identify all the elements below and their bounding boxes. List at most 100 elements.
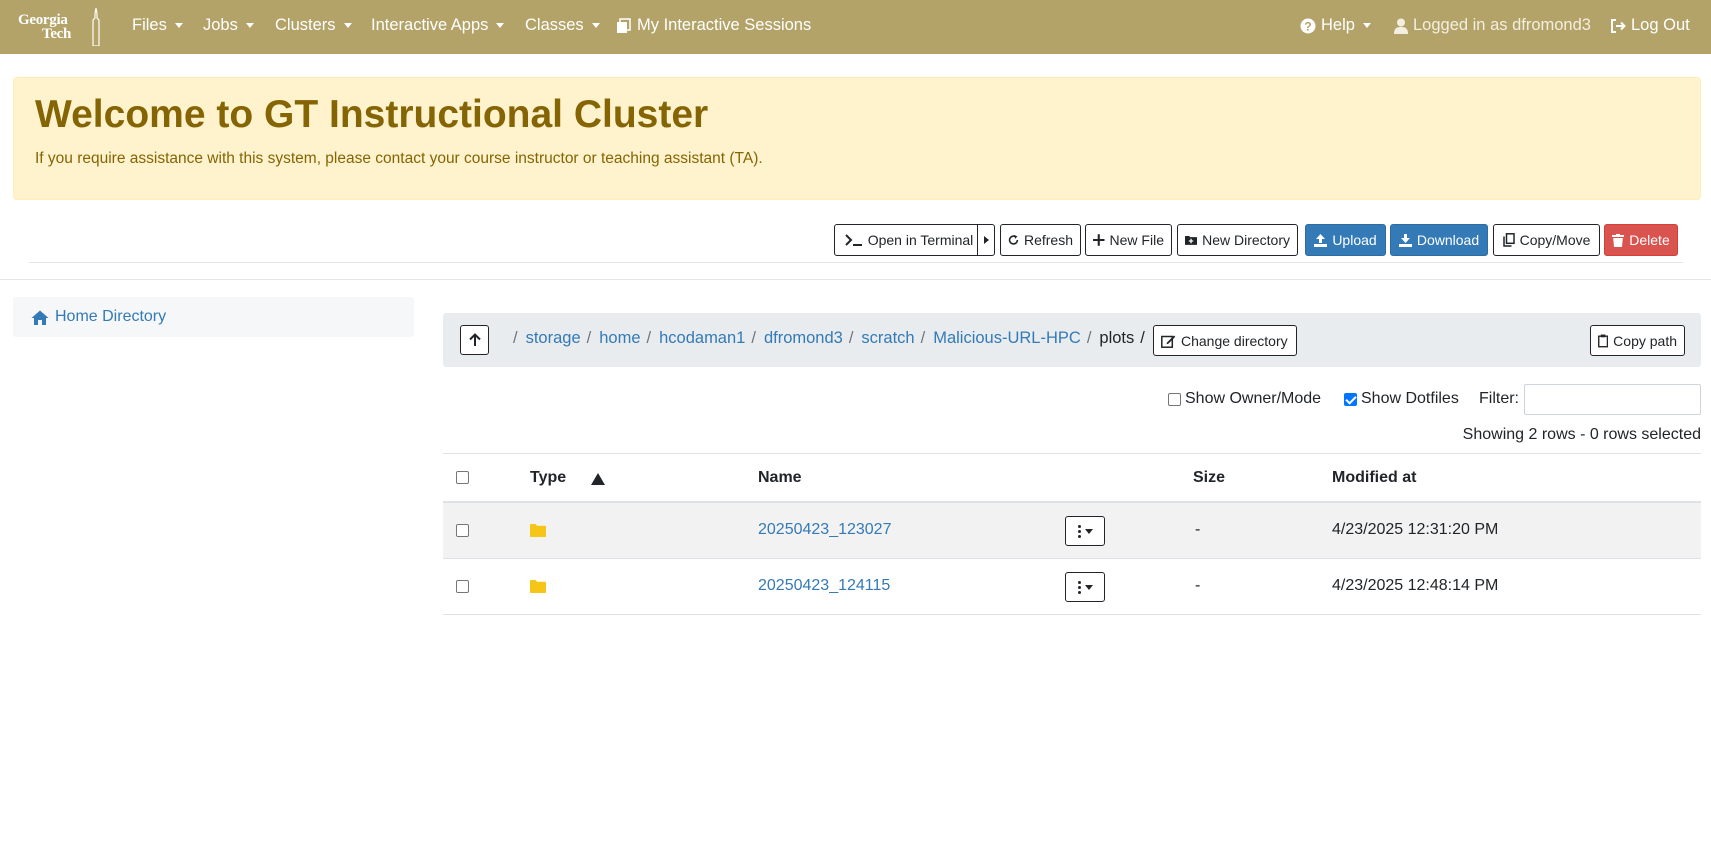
terminal-dropdown-toggle[interactable] bbox=[977, 224, 995, 256]
nav-help[interactable]: ? Help bbox=[1300, 16, 1371, 35]
logged-in-label: Logged in as dfromond3 bbox=[1413, 16, 1591, 34]
svg-text:?: ? bbox=[1304, 19, 1311, 33]
select-all-checkbox[interactable] bbox=[456, 471, 469, 484]
table-row[interactable]: 20250423_123027 - 4/23/2025 12:31:20 PM bbox=[443, 503, 1701, 559]
caret-right-icon bbox=[983, 236, 989, 244]
caret-down-icon bbox=[1084, 528, 1093, 534]
table-row[interactable]: 20250423_124115 - 4/23/2025 12:48:14 PM bbox=[443, 559, 1701, 615]
plus-icon bbox=[1093, 234, 1105, 246]
sidebar-item-label: Home Directory bbox=[55, 308, 167, 325]
folder-icon bbox=[530, 580, 546, 593]
show-owner-mode-option[interactable]: Show Owner/Mode bbox=[1168, 390, 1321, 408]
file-size: - bbox=[1195, 521, 1201, 538]
breadcrumb: / storage / home / hcodaman1 / dfromond3 / scratc… bbox=[513, 329, 1153, 348]
breadcrumb-separator: / bbox=[586, 329, 592, 347]
welcome-title: Welcome to GT Instructional Cluster bbox=[35, 93, 709, 136]
column-type[interactable]: Type bbox=[530, 469, 566, 487]
show-owner-mode-checkbox[interactable] bbox=[1168, 392, 1181, 406]
file-modified: 4/23/2025 12:31:20 PM bbox=[1332, 521, 1499, 538]
refresh-button[interactable]: Refresh bbox=[1000, 224, 1081, 256]
download-label: Download bbox=[1416, 232, 1480, 248]
nav-clusters[interactable]: Clusters bbox=[275, 16, 352, 35]
open-in-terminal-label: Open in Terminal bbox=[867, 232, 974, 248]
file-size: - bbox=[1195, 577, 1201, 594]
show-dotfiles-option[interactable]: Show Dotfiles bbox=[1344, 390, 1459, 408]
caret-down-icon bbox=[496, 23, 505, 28]
breadcrumb-separator: / bbox=[848, 329, 854, 347]
sort-ascending-icon bbox=[591, 473, 605, 485]
change-directory-button[interactable]: Change directory bbox=[1153, 325, 1297, 356]
column-modified[interactable]: Modified at bbox=[1332, 469, 1416, 487]
nav-jobs-label: Jobs bbox=[203, 16, 238, 34]
copy-move-button[interactable]: Copy/Move bbox=[1493, 224, 1600, 256]
new-directory-label: New Directory bbox=[1202, 232, 1290, 248]
file-name-link[interactable]: 20250423_123027 bbox=[758, 521, 891, 539]
breadcrumb-separator: / bbox=[1086, 329, 1092, 347]
breadcrumb-storage[interactable]: storage bbox=[526, 329, 581, 347]
nav-my-interactive-sessions[interactable]: My Interactive Sessions bbox=[616, 16, 811, 35]
logged-in-user: Logged in as dfromond3 bbox=[1394, 16, 1591, 35]
breadcrumb-malicious-url-hpc[interactable]: Malicious-URL-HPC bbox=[933, 329, 1081, 347]
rows-status: Showing 2 rows - 0 rows selected bbox=[1462, 426, 1701, 443]
row-checkbox[interactable] bbox=[456, 524, 469, 537]
caret-down-icon bbox=[343, 23, 352, 28]
file-name-link[interactable]: 20250423_124115 bbox=[758, 577, 890, 595]
folder-plus-icon bbox=[1185, 235, 1198, 245]
download-button[interactable]: Download bbox=[1390, 224, 1488, 256]
arrow-up-icon bbox=[468, 333, 481, 346]
show-owner-mode-label: Show Owner/Mode bbox=[1185, 390, 1322, 407]
sidebar-item-home-directory[interactable]: Home Directory bbox=[13, 297, 414, 337]
logo-line2: Tech bbox=[42, 26, 72, 42]
go-up-button[interactable] bbox=[460, 325, 489, 355]
ellipsis-vertical-icon bbox=[1077, 524, 1081, 539]
breadcrumb-separator: / bbox=[751, 329, 756, 347]
column-size[interactable]: Size bbox=[1193, 469, 1225, 487]
breadcrumb-dfromond3[interactable]: dfromond3 bbox=[764, 329, 843, 347]
caret-down-icon bbox=[1362, 23, 1371, 28]
file-name-text[interactable]: 20250423_124115 bbox=[758, 577, 890, 594]
nav-classes[interactable]: Classes bbox=[525, 16, 600, 35]
breadcrumb-home[interactable]: home bbox=[599, 329, 640, 347]
new-directory-button[interactable]: New Directory bbox=[1177, 224, 1298, 256]
row-checkbox[interactable] bbox=[456, 580, 469, 593]
show-dotfiles-checkbox[interactable] bbox=[1344, 392, 1357, 406]
welcome-message: If you require assistance with this syst… bbox=[35, 150, 763, 167]
open-in-terminal-button[interactable]: Open in Terminal bbox=[834, 224, 984, 256]
row-actions-button[interactable] bbox=[1065, 516, 1105, 546]
refresh-icon bbox=[1008, 234, 1019, 245]
sessions-icon bbox=[617, 17, 631, 33]
nav-jobs[interactable]: Jobs bbox=[203, 16, 254, 35]
column-name[interactable]: Name bbox=[758, 469, 802, 487]
georgia-tech-logo[interactable]: Georgia Tech bbox=[16, 8, 102, 46]
clipboard-icon bbox=[1598, 334, 1609, 347]
table-header: Type Name Size Modified at bbox=[443, 453, 1701, 503]
nav-help-label: Help bbox=[1321, 16, 1355, 34]
new-file-button[interactable]: New File bbox=[1085, 224, 1172, 256]
logo-line1: Georgia bbox=[18, 12, 68, 28]
file-name-text[interactable]: 20250423_123027 bbox=[758, 521, 891, 538]
nav-interactive-apps-label: Interactive Apps bbox=[371, 16, 489, 34]
refresh-label: Refresh bbox=[1023, 232, 1073, 248]
row-actions-button[interactable] bbox=[1065, 572, 1105, 602]
nav-classes-label: Classes bbox=[525, 16, 584, 34]
nav-interactive-apps[interactable]: Interactive Apps bbox=[371, 16, 505, 35]
filter-input[interactable] bbox=[1524, 384, 1701, 415]
delete-label: Delete bbox=[1629, 232, 1670, 248]
nav-files[interactable]: Files bbox=[132, 16, 183, 35]
breadcrumb-scratch[interactable]: scratch bbox=[861, 329, 914, 347]
folder-icon bbox=[530, 524, 546, 537]
show-dotfiles-label: Show Dotfiles bbox=[1361, 390, 1459, 407]
breadcrumb-current: plots bbox=[1099, 329, 1135, 347]
welcome-alert: Welcome to GT Instructional Cluster If y… bbox=[13, 77, 1701, 200]
copy-path-button[interactable]: Copy path bbox=[1590, 325, 1685, 356]
breadcrumb-hcodaman1[interactable]: hcodaman1 bbox=[659, 329, 745, 347]
question-circle-icon: ? bbox=[1300, 18, 1316, 33]
toolbar-divider bbox=[29, 262, 1683, 263]
caret-down-icon bbox=[1084, 584, 1093, 590]
delete-button[interactable]: Delete bbox=[1604, 224, 1678, 256]
nav-logout[interactable]: Log Out bbox=[1610, 16, 1690, 35]
copy-move-label: Copy/Move bbox=[1519, 232, 1591, 248]
caret-down-icon bbox=[174, 23, 183, 28]
upload-button[interactable]: Upload bbox=[1305, 224, 1386, 256]
new-file-label: New File bbox=[1109, 232, 1164, 248]
